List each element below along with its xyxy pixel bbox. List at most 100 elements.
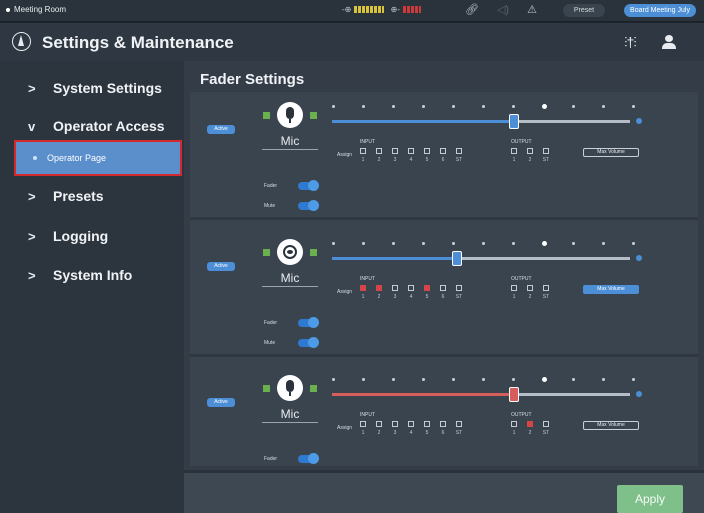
max-volume-button[interactable]: Max Volume bbox=[583, 285, 639, 294]
fader-handle[interactable] bbox=[509, 114, 519, 129]
output-checkbox[interactable] bbox=[543, 148, 549, 154]
input-checkbox[interactable] bbox=[456, 148, 462, 154]
channel-name[interactable]: Mic bbox=[262, 407, 318, 423]
scale-mark bbox=[602, 378, 605, 381]
output-number: ST bbox=[542, 430, 550, 436]
sidebar-item-system-settings[interactable]: > System Settings bbox=[0, 69, 184, 107]
input-checkbox[interactable] bbox=[456, 421, 462, 427]
scale-mark bbox=[362, 105, 365, 108]
footer-bar: Apply bbox=[184, 470, 704, 513]
camera-icon[interactable] bbox=[277, 239, 303, 265]
fader-list[interactable]: Active Mic INPUT OUTPUT Assign 1 2 3 4 5 6 ST 1 2 ST Ma… bbox=[190, 92, 698, 466]
fader-handle[interactable] bbox=[452, 251, 462, 266]
output-checkbox[interactable] bbox=[527, 421, 533, 427]
input-checkbox[interactable] bbox=[440, 285, 446, 291]
channel-name[interactable]: Mic bbox=[262, 134, 318, 150]
output-label: OUTPUT bbox=[511, 139, 532, 145]
warning-icon: ⚠ bbox=[527, 4, 537, 16]
input-checkbox[interactable] bbox=[392, 148, 398, 154]
scale-mark bbox=[422, 378, 425, 381]
input-checkbox[interactable] bbox=[376, 285, 382, 291]
input-checkbox[interactable] bbox=[424, 148, 430, 154]
channel-name[interactable]: Mic bbox=[262, 271, 318, 287]
output-number: ST bbox=[542, 157, 550, 163]
scale-mark bbox=[392, 242, 395, 245]
output-checkbox[interactable] bbox=[511, 148, 517, 154]
level-scale bbox=[332, 104, 635, 111]
input-number: 2 bbox=[377, 430, 381, 436]
active-button[interactable]: Active bbox=[207, 398, 235, 407]
apply-button[interactable]: Apply bbox=[617, 485, 683, 513]
active-button[interactable]: Active bbox=[207, 262, 235, 271]
input-checkbox[interactable] bbox=[376, 148, 382, 154]
room-name: Meeting Room bbox=[6, 5, 66, 14]
input-checkbox[interactable] bbox=[424, 285, 430, 291]
scale-mark bbox=[482, 378, 485, 381]
scale-mark bbox=[452, 105, 455, 108]
fader-track[interactable] bbox=[332, 387, 642, 402]
mute-toggle-label: Mute bbox=[264, 340, 276, 346]
scale-mark bbox=[512, 242, 515, 245]
input-checkbox[interactable] bbox=[440, 421, 446, 427]
signal-indicator bbox=[263, 249, 270, 256]
fader-channel: Active Mic INPUT OUTPUT Assign 1 2 3 4 5 6 ST 1 2 ST Ma… bbox=[190, 365, 698, 466]
sidebar-item-logging[interactable]: > Logging bbox=[0, 217, 184, 255]
microphone-icon[interactable] bbox=[277, 375, 303, 401]
scale-mark bbox=[452, 242, 455, 245]
output-checkbox[interactable] bbox=[527, 148, 533, 154]
input-checkbox[interactable] bbox=[456, 285, 462, 291]
output-number: 2 bbox=[528, 157, 532, 163]
output-checkbox[interactable] bbox=[511, 421, 517, 427]
input-checkbox[interactable] bbox=[360, 421, 366, 427]
input-number: 4 bbox=[409, 430, 413, 436]
fader-toggle[interactable] bbox=[298, 317, 319, 328]
output-checkbox[interactable] bbox=[511, 285, 517, 291]
input-checkbox[interactable] bbox=[392, 285, 398, 291]
user-icon[interactable] bbox=[661, 35, 677, 49]
input-number: 5 bbox=[425, 294, 429, 300]
input-number: 6 bbox=[441, 294, 445, 300]
active-button[interactable]: Active bbox=[207, 125, 235, 134]
fader-toggle[interactable] bbox=[298, 453, 319, 464]
fader-toggle[interactable] bbox=[298, 180, 319, 191]
fader-handle[interactable] bbox=[509, 387, 519, 402]
output-checkbox[interactable] bbox=[527, 285, 533, 291]
input-checkbox[interactable] bbox=[376, 421, 382, 427]
mute-toggle[interactable] bbox=[298, 200, 319, 211]
chevron-right-icon: > bbox=[28, 189, 36, 204]
assign-label: Assign bbox=[337, 425, 353, 431]
mute-toggle[interactable] bbox=[298, 337, 319, 348]
preset-selector[interactable]: Board Meeting July bbox=[624, 4, 696, 17]
fader-track[interactable] bbox=[332, 114, 642, 129]
input-checkbox[interactable] bbox=[360, 285, 366, 291]
input-icon: -⊕ bbox=[342, 5, 352, 14]
chevron-right-icon: > bbox=[28, 81, 36, 96]
max-volume-button[interactable]: Max Volume bbox=[583, 421, 639, 430]
input-number: 6 bbox=[441, 430, 445, 436]
fader-track[interactable] bbox=[332, 251, 642, 266]
input-checkbox[interactable] bbox=[392, 421, 398, 427]
status-icons: 🔗︎ ◁) ⚠ bbox=[465, 3, 555, 16]
input-number: 5 bbox=[425, 430, 429, 436]
sidebar-subitem-operator-page[interactable]: Operator Page bbox=[14, 140, 182, 176]
sidebar-item-system-info[interactable]: > System Info bbox=[0, 256, 184, 294]
sidebar-item-presets[interactable]: > Presets bbox=[0, 177, 184, 215]
scale-mark bbox=[482, 242, 485, 245]
scale-mark bbox=[542, 377, 547, 382]
microphone-icon[interactable] bbox=[277, 102, 303, 128]
input-checkbox[interactable] bbox=[408, 285, 414, 291]
input-checkbox[interactable] bbox=[424, 421, 430, 427]
input-label: INPUT bbox=[360, 412, 375, 418]
input-checkbox[interactable] bbox=[360, 148, 366, 154]
input-number: 3 bbox=[393, 294, 397, 300]
chevron-right-icon: > bbox=[28, 268, 36, 283]
output-number: 1 bbox=[512, 157, 516, 163]
output-checkbox[interactable] bbox=[543, 285, 549, 291]
mixer-icon[interactable]: ⫶†⫶ bbox=[624, 34, 637, 51]
output-checkbox[interactable] bbox=[543, 421, 549, 427]
input-checkbox[interactable] bbox=[440, 148, 446, 154]
max-volume-button[interactable]: Max Volume bbox=[583, 148, 639, 157]
input-checkbox[interactable] bbox=[408, 421, 414, 427]
input-checkbox[interactable] bbox=[408, 148, 414, 154]
sidebar-item-label: Presets bbox=[53, 188, 104, 204]
